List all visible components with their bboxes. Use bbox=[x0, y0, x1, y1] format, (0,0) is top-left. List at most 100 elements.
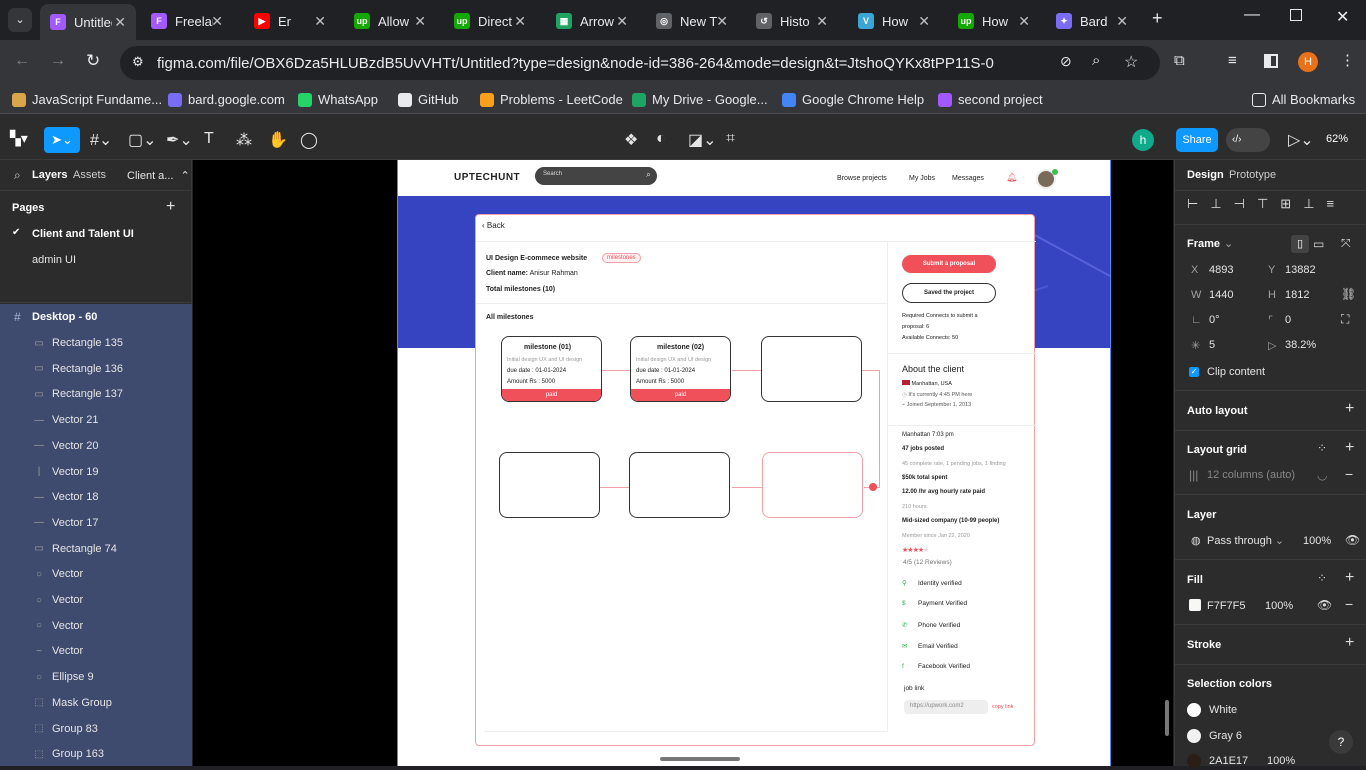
grid-styles-icon[interactable]: ⁘ bbox=[1317, 441, 1327, 455]
desktop-frame[interactable]: UPTECHUNT Search ⌕ Browse projects My Jo… bbox=[397, 160, 1111, 766]
rotation-input[interactable]: 0° bbox=[1209, 314, 1220, 326]
add-auto-layout-icon[interactable]: + bbox=[1345, 400, 1354, 418]
grid-visibility-icon[interactable]: ◡ bbox=[1317, 468, 1327, 482]
tab-prototype[interactable]: Prototype bbox=[1229, 169, 1276, 181]
address-bar[interactable]: ⚙ figma.com/file/OBX6Dza5HLUBzdB5UvVHTt/… bbox=[120, 46, 1160, 80]
radius-input[interactable]: 0 bbox=[1285, 314, 1291, 326]
bookmark-item[interactable]: My Drive - Google... bbox=[632, 92, 768, 107]
bookmark-item[interactable]: JavaScript Fundame... bbox=[12, 92, 162, 107]
browser-tab[interactable]: ✦ Bard ✕ bbox=[1046, 6, 1138, 36]
collaborator-avatar[interactable]: h bbox=[1132, 129, 1154, 151]
selection-color-item[interactable]: White bbox=[1187, 703, 1357, 719]
move-tool[interactable]: ➤⌄ bbox=[44, 127, 80, 153]
selected-frame-layer[interactable]: Desktop - 60 bbox=[32, 311, 97, 323]
tab-close-icon[interactable]: ✕ bbox=[816, 13, 828, 30]
tab-close-icon[interactable]: ✕ bbox=[1116, 13, 1128, 30]
dev-mode-toggle[interactable]: ‹/› bbox=[1226, 128, 1270, 152]
add-fill-icon[interactable]: + bbox=[1345, 569, 1354, 587]
constrain-proportions-icon[interactable]: ⛓ bbox=[1341, 287, 1356, 301]
remove-grid-icon[interactable]: − bbox=[1345, 466, 1353, 482]
copy-link[interactable]: copy link bbox=[992, 704, 1013, 710]
page-item-client-talent[interactable]: Client and Talent UI bbox=[32, 228, 134, 240]
bookmark-star-icon[interactable]: ☆ bbox=[1124, 52, 1138, 72]
bookmark-item[interactable]: GitHub bbox=[398, 92, 458, 107]
horizontal-scrollbar[interactable] bbox=[660, 757, 740, 761]
y-input[interactable]: 13882 bbox=[1285, 264, 1316, 276]
fill-hex[interactable]: F7F7F5 bbox=[1207, 600, 1246, 612]
h-input[interactable]: 1812 bbox=[1285, 289, 1309, 301]
site-logo[interactable]: UPTECHUNT bbox=[454, 172, 520, 183]
layer-item[interactable]: | Vector 19 bbox=[0, 459, 192, 485]
clip-content-checkbox[interactable]: ✓ bbox=[1189, 367, 1199, 377]
profile-avatar[interactable]: H bbox=[1298, 52, 1318, 72]
layer-item[interactable]: ○ Ellipse 9 bbox=[0, 664, 192, 690]
milestone-card[interactable]: milestone (01) Initial design UX and UI … bbox=[501, 336, 602, 402]
portrait-icon[interactable]: ▯ bbox=[1291, 235, 1309, 253]
layer-item[interactable]: ⬚ Group 163 bbox=[0, 741, 192, 767]
smoothing-input[interactable]: 5 bbox=[1209, 339, 1215, 351]
share-button[interactable]: Share bbox=[1176, 128, 1218, 152]
layer-visibility-icon[interactable]: 👁︎ bbox=[1345, 533, 1360, 547]
present-icon[interactable]: ▷⌄ bbox=[1288, 130, 1314, 150]
tab-close-icon[interactable]: ✕ bbox=[314, 13, 326, 30]
tab-close-icon[interactable]: ✕ bbox=[114, 14, 126, 31]
layers-search-icon[interactable]: ⌕ bbox=[14, 168, 21, 183]
browser-tab[interactable]: up Direct ✕ bbox=[444, 6, 536, 36]
all-bookmarks[interactable]: All Bookmarks bbox=[1252, 92, 1355, 107]
bookmark-item[interactable]: bard.google.com bbox=[168, 92, 285, 107]
design-canvas[interactable]: UPTECHUNT Search ⌕ Browse projects My Jo… bbox=[193, 160, 1173, 766]
forward-arrow-icon[interactable]: → bbox=[50, 52, 66, 70]
layer-item[interactable]: ⬚ Mask Group bbox=[0, 690, 192, 716]
landscape-icon[interactable]: ▭ bbox=[1313, 237, 1324, 251]
nav-messages[interactable]: Messages bbox=[952, 175, 984, 182]
align-toolbar[interactable]: ⊢⊥⊣⊤⊞⊥≡ bbox=[1187, 196, 1346, 212]
layer-item[interactable]: ○ Vector bbox=[0, 561, 192, 587]
hand-tool-icon[interactable]: ✋ bbox=[268, 130, 288, 150]
tab-assets[interactable]: Assets bbox=[73, 169, 106, 181]
resources-tool-icon[interactable]: ⁂ bbox=[236, 130, 252, 150]
tab-close-icon[interactable]: ✕ bbox=[616, 13, 628, 30]
frame-tool-icon[interactable]: #⌄ bbox=[90, 130, 112, 150]
layer-item[interactable]: — Vector 18 bbox=[0, 484, 192, 510]
layer-opacity[interactable]: 100% bbox=[1303, 535, 1331, 547]
component-icon[interactable]: ❖ bbox=[624, 130, 638, 150]
close-window-button[interactable]: ✕ bbox=[1336, 7, 1349, 27]
extensions-icon[interactable]: ⧉ bbox=[1174, 52, 1185, 69]
tab-close-icon[interactable]: ✕ bbox=[211, 13, 223, 30]
tracking-blocked-icon[interactable]: ⊘ bbox=[1060, 53, 1072, 70]
crop-icon[interactable]: ⌗ bbox=[726, 130, 735, 148]
help-button[interactable]: ? bbox=[1329, 730, 1353, 754]
side-panel-icon[interactable] bbox=[1264, 54, 1278, 68]
job-link-field[interactable]: https://upwork.com2 bbox=[904, 700, 988, 714]
milestone-card-empty[interactable] bbox=[629, 452, 730, 518]
milestone-card-empty[interactable] bbox=[499, 452, 600, 518]
bookmark-item[interactable]: Problems - LeetCode bbox=[480, 92, 623, 107]
browser-tab[interactable]: F Freelance✕ bbox=[141, 6, 233, 36]
nav-browse-projects[interactable]: Browse projects bbox=[837, 175, 887, 182]
fill-styles-icon[interactable]: ⁘ bbox=[1317, 571, 1327, 585]
tab-layers[interactable]: Layers bbox=[32, 169, 67, 181]
bookmark-item[interactable]: Google Chrome Help bbox=[782, 92, 924, 107]
blend-mode-select[interactable]: Pass through ⌄ bbox=[1207, 534, 1284, 547]
browser-tab[interactable]: F Untitled✕ bbox=[40, 4, 136, 40]
comment-tool-icon[interactable]: ◯ bbox=[300, 130, 318, 150]
mask-icon[interactable]: ◐ bbox=[656, 130, 666, 148]
layer-item[interactable]: — Vector 17 bbox=[0, 510, 192, 536]
tab-close-icon[interactable]: ✕ bbox=[414, 13, 426, 30]
layer-item[interactable]: ▭ Rectangle 136 bbox=[0, 356, 192, 382]
grid-description[interactable]: 12 columns (auto) bbox=[1207, 469, 1295, 481]
vertical-scrollbar[interactable] bbox=[1165, 700, 1169, 736]
search-box[interactable]: Search ⌕ bbox=[535, 167, 657, 185]
tab-search-button[interactable]: ⌄ bbox=[8, 8, 32, 32]
tab-close-icon[interactable]: ✕ bbox=[918, 13, 930, 30]
browser-tab[interactable]: up Allow ✕ bbox=[344, 6, 436, 36]
layer-item[interactable]: ⬚ Group 83 bbox=[0, 716, 192, 742]
pen-tool-icon[interactable]: ✒⌄ bbox=[166, 130, 193, 150]
independent-corners-icon[interactable]: ⛶ bbox=[1341, 312, 1349, 327]
resize-to-fit-icon[interactable]: ⤧ bbox=[1341, 236, 1351, 251]
bell-icon[interactable]: 🔔︎ bbox=[1006, 172, 1017, 183]
x-input[interactable]: 4893 bbox=[1209, 264, 1233, 276]
fill-visibility-icon[interactable]: 👁︎ bbox=[1317, 598, 1332, 612]
layer-item[interactable]: ○ Vector bbox=[0, 613, 192, 639]
media-control-icon[interactable]: ≡ bbox=[1228, 52, 1237, 69]
